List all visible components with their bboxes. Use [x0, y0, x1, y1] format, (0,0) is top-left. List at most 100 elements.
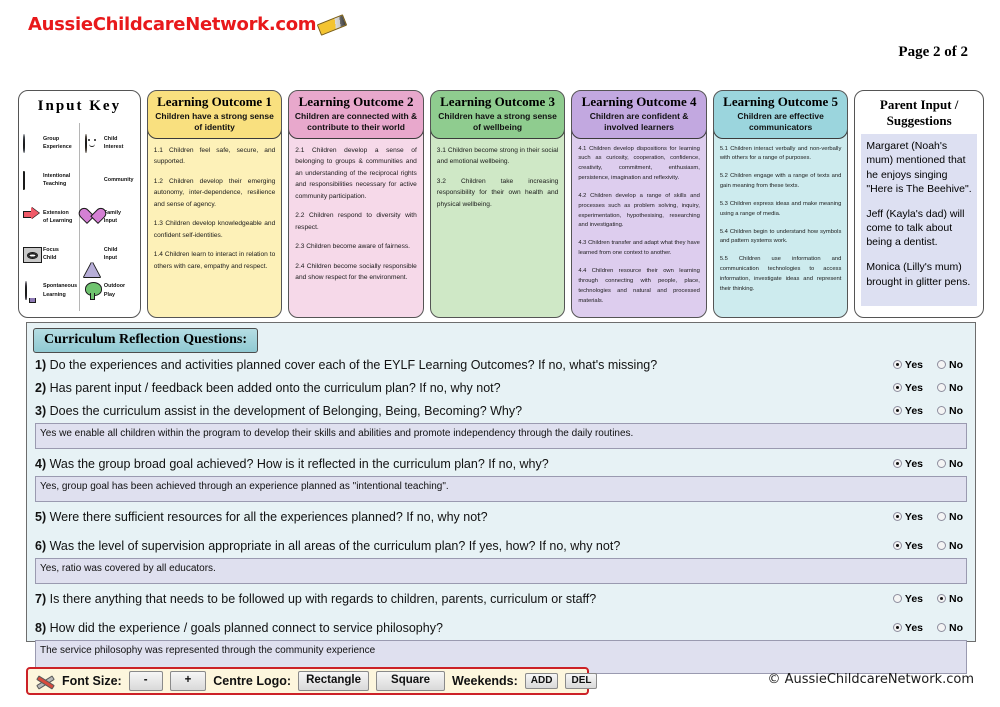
font-size-label: Font Size:	[62, 674, 122, 688]
outcome-item: 1.1 Children feel safe, secure, and supp…	[153, 146, 276, 166]
eye-icon	[23, 245, 42, 264]
outcome-header: Learning Outcome 1 Children have a stron…	[147, 91, 282, 139]
outcome-subtitle: Children have a strong sense of wellbein…	[438, 111, 557, 132]
radio-option-no[interactable]: No	[937, 593, 963, 605]
reflection-answer-row: Yes, group goal has been achieved throug…	[27, 475, 975, 505]
radio-option-yes[interactable]: Yes	[892, 458, 923, 470]
radio-no[interactable]	[937, 512, 946, 521]
radio-no[interactable]	[937, 360, 946, 369]
parent-input-entry: Margaret (Noah's mum) mentioned that he …	[866, 140, 972, 195]
outcome-subtitle: Children are connected with & contribute…	[294, 111, 418, 132]
outcome-body: 3.1 Children become strong in their soci…	[431, 139, 565, 223]
radio-yes[interactable]	[892, 360, 902, 369]
reflection-question-text: 2) Has parent input / feedback been adde…	[35, 380, 501, 395]
reflection-answer-field[interactable]: Yes, group goal has been achieved throug…	[35, 476, 967, 502]
reflection-question-row: 3) Does the curriculum assist in the dev…	[27, 399, 975, 422]
outcome-subtitle: Children are confident & involved learne…	[589, 111, 689, 132]
radio-option-yes[interactable]: Yes	[892, 593, 923, 605]
radio-option-no[interactable]: No	[937, 511, 963, 523]
key-item-family-input: Family Input	[84, 200, 139, 234]
outcome-item: 4.3 Children transfer and adapt what the…	[578, 240, 700, 257]
reflection-questions-list: 1) Do the experiences and activities pla…	[27, 353, 975, 677]
radio-label: No	[949, 457, 963, 470]
reflection-answer-row: Yes, ratio was covered by all educators.	[27, 557, 975, 587]
font-size-increase-button[interactable]: +	[169, 671, 207, 691]
radio-no[interactable]	[937, 594, 946, 603]
outcome-header: Learning Outcome 2 Children are connecte…	[289, 91, 423, 139]
radio-option-no[interactable]: No	[937, 458, 963, 470]
input-key-title: Input Key	[37, 98, 122, 114]
yes-no-group: Yes No	[863, 540, 967, 552]
key-item-intentional-teaching: Intentional Teaching	[23, 163, 78, 197]
learning-outcome-5-panel: Learning Outcome 5 Children are effectiv…	[712, 90, 849, 318]
key-item-child-input: Child Input	[83, 237, 139, 278]
radio-yes[interactable]	[892, 623, 902, 632]
centre-logo-label: Centre Logo:	[213, 674, 292, 688]
pencil-icon	[317, 14, 348, 36]
outcome-item: 5.2 Children engage with a range of text…	[719, 173, 842, 190]
centre-logo-square-button[interactable]: Square	[376, 671, 446, 691]
radio-label: No	[949, 510, 963, 523]
triangle-icon	[83, 245, 101, 278]
input-key-panel: Input Key Group Experience Intentional Tea…	[18, 90, 141, 318]
radio-option-yes[interactable]: Yes	[892, 540, 923, 552]
radio-no[interactable]	[937, 623, 946, 632]
reflection-question-row: 7) Is there anything that needs to be fo…	[27, 587, 975, 610]
radio-yes[interactable]	[892, 406, 902, 415]
weekends-add-button[interactable]: ADD	[524, 673, 559, 689]
reflection-question-row: 4) Was the group broad goal achieved? Ho…	[27, 452, 975, 475]
outcome-item: 2.1 Children develop a sense of belongin…	[295, 146, 417, 200]
learning-outcome-1-panel: Learning Outcome 1 Children have a stron…	[146, 90, 283, 318]
radio-no[interactable]	[937, 406, 946, 415]
radio-option-no[interactable]: No	[937, 359, 963, 371]
learning-outcome-2-panel: Learning Outcome 2 Children are connecte…	[288, 90, 424, 318]
learning-outcome-3-panel: Learning Outcome 3 Children have a stron…	[429, 90, 566, 318]
outcome-body: 5.1 Children interact verbally and non-v…	[714, 139, 848, 307]
radio-yes[interactable]	[892, 594, 902, 603]
radio-option-no[interactable]: No	[937, 405, 963, 417]
parent-input-textarea[interactable]: Margaret (Noah's mum) mentioned that he …	[861, 134, 977, 307]
outcome-item: 4.4 Children resource their own learning…	[578, 267, 700, 304]
font-size-decrease-button[interactable]: -	[128, 671, 163, 691]
outcome-item: 2.4 Children become socially responsible…	[295, 262, 417, 282]
parent-input-panel: Parent Input / Suggestions Margaret (Noa…	[854, 90, 984, 318]
heart-icon	[84, 208, 101, 225]
reflection-question-text: 1) Do the experiences and activities pla…	[35, 357, 658, 372]
radio-label: Yes	[904, 358, 923, 371]
parent-input-entry: Monica (Lilly's mum) brought in glitter …	[866, 261, 971, 288]
outcome-title: Learning Outcome 5	[723, 94, 838, 109]
outcome-item: 5.1 Children interact verbally and non-v…	[719, 145, 842, 162]
face-icon	[84, 133, 101, 153]
outcome-item: 5.4 Children begin to understand how sym…	[719, 228, 842, 245]
input-key-column-left: Group Experience Intentional Teaching Exte…	[19, 123, 80, 311]
learning-outcome-4-panel: Learning Outcome 4 Children are confiden…	[571, 90, 707, 318]
radio-option-yes[interactable]: Yes	[892, 381, 923, 394]
key-item-spontaneous-learning: Spontaneous Learning	[23, 274, 78, 308]
centre-logo-rectangle-button[interactable]: Rectangle	[298, 671, 370, 691]
radio-yes[interactable]	[892, 541, 902, 550]
reflection-question-row: 6) Was the level of supervision appropri…	[27, 534, 975, 557]
radio-yes[interactable]	[892, 512, 902, 521]
radio-option-no[interactable]: No	[937, 540, 963, 552]
radio-option-yes[interactable]: Yes	[892, 511, 923, 523]
radio-no[interactable]	[937, 459, 946, 468]
radio-option-yes[interactable]: Yes	[892, 405, 923, 417]
reflection-question-text: 7) Is there anything that needs to be fo…	[35, 591, 597, 606]
parent-input-title: Parent Input / Suggestions	[879, 97, 959, 128]
reflection-answer-field[interactable]: Yes, ratio was covered by all educators.	[35, 558, 967, 584]
radio-option-yes[interactable]: Yes	[892, 358, 923, 371]
yes-no-group: Yes No	[863, 622, 967, 634]
radio-option-no[interactable]: No	[937, 622, 963, 634]
radio-label: Yes	[904, 381, 923, 394]
outcome-item: 3.1 Children become strong in their soci…	[436, 146, 559, 166]
radio-option-yes[interactable]: Yes	[892, 622, 923, 634]
weekends-del-button[interactable]: DEL	[565, 673, 598, 689]
tree-icon	[84, 282, 101, 299]
reflection-answer-field[interactable]: Yes we enable all children within the pr…	[35, 423, 967, 449]
radio-option-no[interactable]: No	[937, 382, 963, 394]
radio-yes[interactable]	[892, 383, 902, 392]
outcome-item: 1.3 Children develop knowledgeable and c…	[153, 220, 276, 239]
radio-no[interactable]	[937, 383, 946, 392]
radio-no[interactable]	[937, 541, 946, 550]
radio-yes[interactable]	[892, 459, 902, 468]
